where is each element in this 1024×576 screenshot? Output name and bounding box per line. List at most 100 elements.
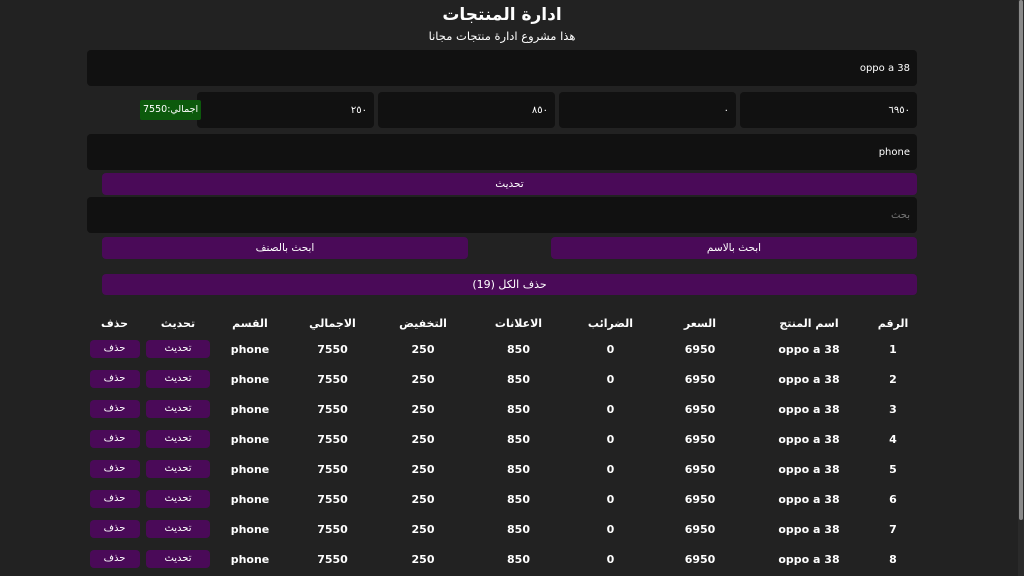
cell-discount: 250 [411, 522, 435, 536]
search-by-category-button[interactable]: ابحث بالصنف [102, 237, 468, 259]
header-title: اسم المنتج [779, 316, 839, 330]
row-update-button[interactable]: تحديث [146, 430, 210, 448]
cell-update: تحديث [142, 454, 214, 484]
cell-total: 7550 [317, 462, 348, 476]
price-inputs-row: اجمالي:7550 [87, 92, 917, 128]
header-price: السعر [683, 316, 717, 330]
row-delete-button[interactable]: حذف [89, 430, 140, 448]
page-subtitle: هذا مشروع ادارة منتجات مجانا [428, 29, 576, 43]
cell-taxes: 0 [606, 432, 615, 446]
row-update-button[interactable]: تحديث [146, 490, 210, 508]
header-id: الرقم [877, 316, 909, 330]
table-row: 4 oppo a 38 6950 0 850 250 7550 phone تح… [87, 424, 917, 454]
cell-update: تحديث [142, 334, 214, 364]
cell-price: 6950 [684, 432, 716, 446]
cell-taxes: 0 [606, 342, 615, 356]
cell-ads: 850 [507, 402, 530, 416]
cell-update: تحديث [142, 364, 214, 394]
cell-taxes: 0 [606, 402, 615, 416]
cell-price: 6950 [684, 492, 716, 506]
cell-update: تحديث [142, 514, 214, 544]
header-ads: الاعلانات [494, 316, 543, 330]
header-discount: التخفيض [399, 316, 447, 330]
cell-taxes: 0 [606, 462, 615, 476]
table-row: 8 oppo a 38 6950 0 850 250 7550 phone تح… [87, 544, 917, 574]
row-delete-button[interactable]: حذف [89, 460, 140, 478]
cell-category: phone [230, 522, 270, 536]
cell-delete: حذف [87, 334, 142, 364]
header-taxes: الضرائب [587, 316, 634, 330]
table-row: 6 oppo a 38 6950 0 850 250 7550 phone تح… [87, 484, 917, 514]
cell-id: 3 [889, 402, 897, 416]
cell-ads: 850 [507, 342, 530, 356]
row-delete-button[interactable]: حذف [89, 340, 140, 358]
row-update-button[interactable]: تحديث [146, 400, 210, 418]
cell-update: تحديث [142, 424, 214, 454]
cell-title: oppo a 38 [778, 372, 840, 386]
update-button[interactable]: تحديث [102, 173, 917, 195]
cell-title: oppo a 38 [778, 402, 840, 416]
search-by-name-button[interactable]: ابحث بالاسم [551, 237, 917, 259]
cell-delete: حذف [87, 364, 142, 394]
cell-price: 6950 [684, 402, 716, 416]
row-update-button[interactable]: تحديث [146, 370, 210, 388]
cell-category: phone [230, 372, 270, 386]
search-input[interactable] [87, 197, 917, 233]
cell-total: 7550 [317, 522, 348, 536]
delete-all-button[interactable]: حذف الكل (19) [102, 274, 917, 295]
cell-discount: 250 [411, 402, 435, 416]
row-delete-button[interactable]: حذف [89, 370, 140, 388]
page-title: ادارة المنتجات [442, 5, 562, 25]
discount-input[interactable] [197, 92, 374, 128]
row-delete-button[interactable]: حذف [89, 520, 140, 538]
taxes-input[interactable] [559, 92, 736, 128]
row-update-button[interactable]: تحديث [146, 520, 210, 538]
cell-ads: 850 [507, 432, 530, 446]
row-delete-button[interactable]: حذف [89, 490, 140, 508]
cell-discount: 250 [411, 342, 435, 356]
cell-total: 7550 [317, 342, 348, 356]
category-input[interactable] [87, 134, 917, 170]
cell-ads: 850 [507, 462, 530, 476]
price-input[interactable] [740, 92, 917, 128]
cell-category: phone [230, 492, 270, 506]
ads-input[interactable] [378, 92, 555, 128]
cell-total: 7550 [317, 402, 348, 416]
products-table: الرقم اسم المنتج السعر الضرائب الاعلانات… [87, 312, 917, 574]
cell-title: oppo a 38 [778, 522, 840, 536]
cell-taxes: 0 [606, 522, 615, 536]
header-total: الاجمالي [309, 316, 356, 330]
cell-id: 6 [889, 492, 897, 506]
cell-ads: 850 [507, 522, 530, 536]
cell-title: oppo a 38 [778, 552, 840, 566]
scrollbar-thumb[interactable] [1019, 0, 1023, 520]
cell-discount: 250 [411, 492, 435, 506]
cell-ads: 850 [507, 372, 530, 386]
cell-category: phone [230, 432, 270, 446]
cell-taxes: 0 [606, 492, 615, 506]
cell-delete: حذف [87, 514, 142, 544]
cell-price: 6950 [684, 462, 716, 476]
table-row: 7 oppo a 38 6950 0 850 250 7550 phone تح… [87, 514, 917, 544]
row-delete-button[interactable]: حذف [89, 400, 140, 418]
cell-update: تحديث [142, 484, 214, 514]
row-update-button[interactable]: تحديث [146, 460, 210, 478]
cell-price: 6950 [684, 342, 716, 356]
cell-total: 7550 [317, 432, 348, 446]
cell-ads: 850 [507, 552, 530, 566]
cell-discount: 250 [411, 372, 435, 386]
row-update-button[interactable]: تحديث [146, 340, 210, 358]
row-delete-button[interactable]: حذف [89, 550, 140, 568]
cell-price: 6950 [684, 552, 716, 566]
cell-taxes: 0 [606, 552, 615, 566]
cell-total: 7550 [317, 372, 348, 386]
cell-title: oppo a 38 [778, 432, 840, 446]
product-title-input[interactable] [87, 50, 917, 86]
cell-update: تحديث [142, 394, 214, 424]
table-row: 2 oppo a 38 6950 0 850 250 7550 phone تح… [87, 364, 917, 394]
cell-title: oppo a 38 [778, 462, 840, 476]
cell-discount: 250 [411, 432, 435, 446]
row-update-button[interactable]: تحديث [146, 550, 210, 568]
table-row: 1 oppo a 38 6950 0 850 250 7550 phone تح… [87, 334, 917, 364]
cell-id: 5 [889, 462, 897, 476]
